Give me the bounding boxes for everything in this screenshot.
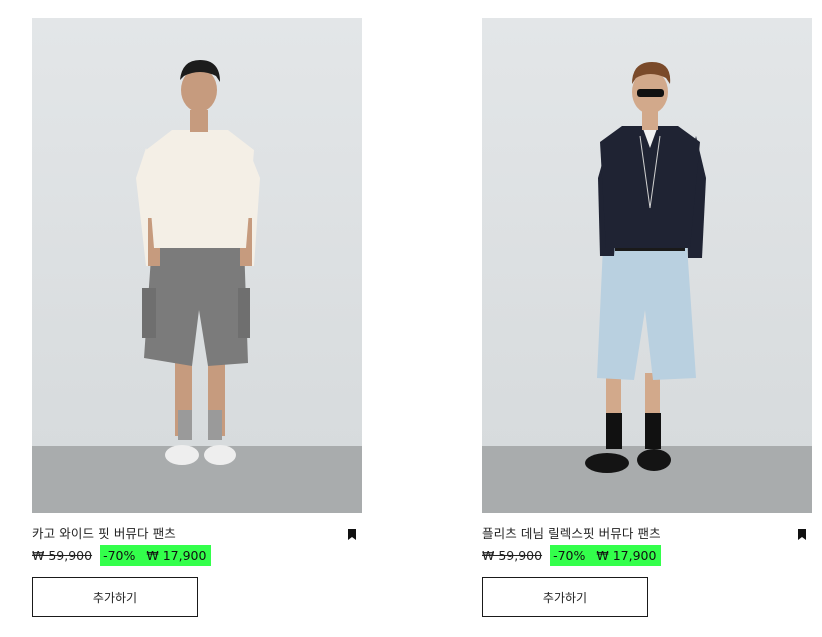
discount-percent: -70% [553, 548, 586, 563]
discount-percent: -70% [103, 548, 136, 563]
product-info: 카고 와이드 핏 버뮤다 팬츠 [32, 525, 362, 543]
product-card: 플리츠 데님 릴렉스핏 버뮤다 팬츠 ₩ 59,900 -70% ₩ 17,90… [482, 18, 812, 617]
product-card: 카고 와이드 핏 버뮤다 팬츠 ₩ 59,900 -70% ₩ 17,900 추… [32, 18, 362, 617]
original-price: ₩ 59,900 [32, 548, 93, 563]
add-to-cart-button[interactable]: 추가하기 [32, 577, 198, 617]
original-price: ₩ 59,900 [482, 548, 543, 563]
sale-price: ₩ 17,900 [596, 548, 657, 563]
add-to-cart-button[interactable]: 추가하기 [482, 577, 648, 617]
product-photo-denim-shorts [482, 18, 812, 513]
bookmark-icon[interactable] [798, 529, 806, 540]
product-info: 플리츠 데님 릴렉스핏 버뮤다 팬츠 [482, 525, 812, 543]
sale-price: ₩ 17,900 [146, 548, 207, 563]
bookmark-icon[interactable] [348, 529, 356, 540]
product-image[interactable] [32, 18, 362, 513]
product-photo-cargo-shorts [32, 18, 362, 513]
price-row: ₩ 59,900 -70% ₩ 17,900 [482, 545, 812, 566]
product-name[interactable]: 플리츠 데님 릴렉스핏 버뮤다 팬츠 [482, 525, 812, 543]
sale-badge: -70% ₩ 17,900 [550, 545, 662, 566]
product-image[interactable] [482, 18, 812, 513]
price-row: ₩ 59,900 -70% ₩ 17,900 [32, 545, 362, 566]
sale-badge: -70% ₩ 17,900 [100, 545, 212, 566]
product-name[interactable]: 카고 와이드 핏 버뮤다 팬츠 [32, 525, 362, 543]
product-grid: 카고 와이드 핏 버뮤다 팬츠 ₩ 59,900 -70% ₩ 17,900 추… [0, 0, 822, 637]
